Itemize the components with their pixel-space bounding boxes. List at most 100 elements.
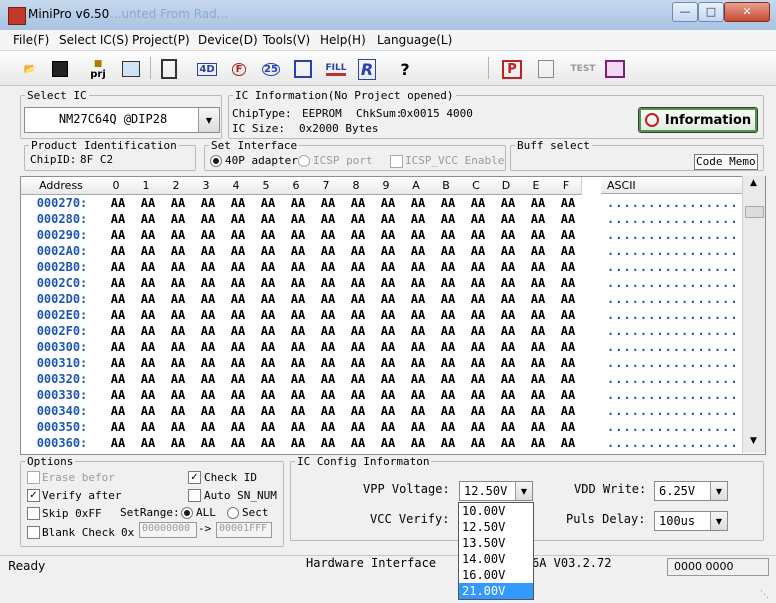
hex-cell[interactable]: AA bbox=[193, 212, 223, 226]
hex-cell[interactable]: AA bbox=[553, 260, 583, 274]
hex-cell[interactable]: AA bbox=[463, 292, 493, 306]
hex-cell[interactable]: AA bbox=[403, 228, 433, 242]
hex-cell[interactable]: AA bbox=[283, 244, 313, 258]
ascii-cell[interactable]: ................ bbox=[607, 292, 739, 306]
open-button[interactable]: 📂 bbox=[17, 56, 43, 82]
hex-cell[interactable]: AA bbox=[223, 404, 253, 418]
edit-button[interactable] bbox=[533, 56, 559, 82]
hex-cell[interactable]: AA bbox=[313, 420, 343, 434]
hex-cell[interactable]: AA bbox=[253, 276, 283, 290]
hex-cell[interactable]: AA bbox=[433, 324, 463, 338]
hex-cell[interactable]: AA bbox=[373, 420, 403, 434]
ascii-cell[interactable]: ................ bbox=[607, 356, 739, 370]
hex-cell[interactable]: AA bbox=[313, 228, 343, 242]
hex-cell[interactable]: AA bbox=[523, 196, 553, 210]
hex-cell[interactable]: AA bbox=[163, 388, 193, 402]
ascii-cell[interactable]: ................ bbox=[607, 308, 739, 322]
hex-cell[interactable]: AA bbox=[193, 244, 223, 258]
hex-editor-grid[interactable]: Address ASCII 0 1 2 3 4 5 6 7 8 9 A B C D E F 000270: AA A… bbox=[20, 176, 766, 455]
hex-cell[interactable]: AA bbox=[343, 244, 373, 258]
chevron-down-icon[interactable]: ▼ bbox=[198, 108, 219, 132]
hex-cell[interactable]: AA bbox=[283, 340, 313, 354]
hex-cell[interactable]: AA bbox=[163, 372, 193, 386]
help-button[interactable]: ? bbox=[392, 56, 418, 82]
hex-scrollbar[interactable]: ▲ ▼ bbox=[742, 176, 765, 453]
hex-cell[interactable]: AA bbox=[253, 308, 283, 322]
hex-cell[interactable]: AA bbox=[193, 324, 223, 338]
hex-cell[interactable]: AA bbox=[433, 404, 463, 418]
hex-cell[interactable]: AA bbox=[103, 324, 133, 338]
hex-cell[interactable]: AA bbox=[493, 436, 523, 450]
hex-cell[interactable]: AA bbox=[133, 276, 163, 290]
hex-cell[interactable]: AA bbox=[343, 388, 373, 402]
hex-cell[interactable]: AA bbox=[403, 292, 433, 306]
chevron-down-icon[interactable]: ▼ bbox=[710, 482, 727, 500]
range-start-input[interactable]: 00000000 bbox=[139, 522, 197, 538]
hex-cell[interactable]: AA bbox=[253, 292, 283, 306]
hex-cell[interactable]: AA bbox=[553, 228, 583, 242]
hex-cell[interactable]: AA bbox=[373, 436, 403, 450]
hex-cell[interactable]: AA bbox=[463, 372, 493, 386]
hex-cell[interactable]: AA bbox=[553, 244, 583, 258]
hex-cell[interactable]: AA bbox=[313, 196, 343, 210]
maximize-button[interactable]: □ bbox=[698, 2, 724, 22]
hex-cell[interactable]: AA bbox=[343, 308, 373, 322]
hex-cell[interactable]: AA bbox=[283, 388, 313, 402]
range-sect-radio[interactable] bbox=[227, 507, 239, 519]
read-button[interactable]: 4D bbox=[194, 56, 220, 82]
ascii-cell[interactable]: ................ bbox=[607, 404, 739, 418]
ic-select-combo[interactable]: NM27C64Q @DIP28 ▼ bbox=[24, 107, 220, 133]
hex-cell[interactable]: AA bbox=[403, 244, 433, 258]
hex-cell[interactable]: AA bbox=[133, 260, 163, 274]
chip-select-button[interactable] bbox=[156, 56, 182, 82]
hex-cell[interactable]: AA bbox=[223, 388, 253, 402]
hex-cell[interactable]: AA bbox=[103, 244, 133, 258]
hex-cell[interactable]: AA bbox=[373, 196, 403, 210]
hex-cell[interactable]: AA bbox=[313, 404, 343, 418]
hex-cell[interactable]: AA bbox=[283, 356, 313, 370]
hex-cell[interactable]: AA bbox=[553, 404, 583, 418]
close-button[interactable]: ✕ bbox=[724, 2, 770, 22]
hex-cell[interactable]: AA bbox=[313, 244, 343, 258]
hex-cell[interactable]: AA bbox=[523, 276, 553, 290]
hex-cell[interactable]: AA bbox=[103, 308, 133, 322]
hex-cell[interactable]: AA bbox=[283, 308, 313, 322]
hex-cell[interactable]: AA bbox=[343, 420, 373, 434]
icsp-vcc-checkbox[interactable] bbox=[390, 155, 403, 168]
ascii-cell[interactable]: ................ bbox=[607, 388, 739, 402]
hex-cell[interactable]: AA bbox=[373, 372, 403, 386]
hex-cell[interactable]: AA bbox=[103, 388, 133, 402]
menu-tools[interactable]: Tools(V) bbox=[263, 33, 310, 47]
hex-cell[interactable]: AA bbox=[553, 292, 583, 306]
hex-cell[interactable]: AA bbox=[433, 340, 463, 354]
hex-cell[interactable]: AA bbox=[253, 196, 283, 210]
hex-cell[interactable]: AA bbox=[463, 324, 493, 338]
hex-cell[interactable]: AA bbox=[313, 276, 343, 290]
hex-cell[interactable]: AA bbox=[163, 212, 193, 226]
hex-cell[interactable]: AA bbox=[523, 212, 553, 226]
scroll-down-icon[interactable]: ▼ bbox=[746, 436, 761, 450]
hex-cell[interactable]: AA bbox=[373, 324, 403, 338]
hex-cell[interactable]: AA bbox=[193, 260, 223, 274]
hex-cell[interactable]: AA bbox=[313, 324, 343, 338]
hex-cell[interactable]: AA bbox=[433, 420, 463, 434]
open-project-button[interactable]: ■ prj bbox=[85, 56, 111, 82]
hex-cell[interactable]: AA bbox=[463, 196, 493, 210]
hex-cell[interactable]: AA bbox=[103, 260, 133, 274]
hex-cell[interactable]: AA bbox=[553, 212, 583, 226]
hex-cell[interactable]: AA bbox=[463, 340, 493, 354]
hex-cell[interactable]: AA bbox=[343, 340, 373, 354]
hex-cell[interactable]: AA bbox=[223, 228, 253, 242]
hex-cell[interactable]: AA bbox=[523, 292, 553, 306]
hex-cell[interactable]: AA bbox=[133, 324, 163, 338]
hex-cell[interactable]: AA bbox=[433, 292, 463, 306]
hex-cell[interactable]: AA bbox=[163, 244, 193, 258]
hex-cell[interactable]: AA bbox=[163, 308, 193, 322]
vpp-option[interactable]: 12.50V bbox=[459, 519, 533, 535]
hex-cell[interactable]: AA bbox=[133, 308, 163, 322]
hex-cell[interactable]: AA bbox=[163, 420, 193, 434]
hex-cell[interactable]: AA bbox=[343, 372, 373, 386]
hex-cell[interactable]: AA bbox=[403, 324, 433, 338]
hex-cell[interactable]: AA bbox=[283, 436, 313, 450]
hex-cell[interactable]: AA bbox=[133, 212, 163, 226]
